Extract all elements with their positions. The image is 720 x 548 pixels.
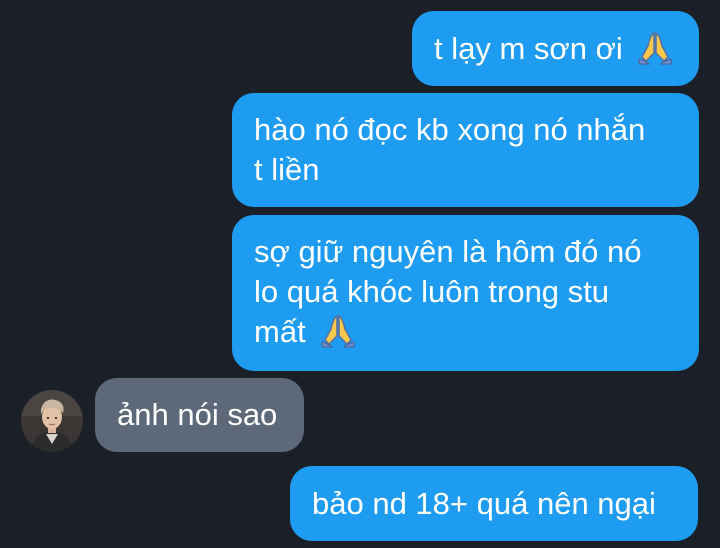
message-text: bảo nd 18+ quá nên ngại	[312, 486, 656, 521]
folded-hands-icon	[321, 314, 355, 348]
message-bubble-incoming[interactable]: ảnh nói sao	[95, 378, 304, 452]
message-text: ảnh nói sao	[117, 397, 278, 432]
message-bubble-outgoing[interactable]: hào nó đọc kb xong nó nhắn t liền	[232, 93, 699, 207]
folded-hands-icon	[638, 31, 672, 65]
avatar-photo	[21, 390, 83, 452]
message-text: t lạy m sơn ơi	[434, 31, 632, 66]
contact-avatar[interactable]	[21, 390, 83, 452]
message-bubble-outgoing[interactable]: bảo nd 18+ quá nên ngại	[290, 466, 698, 541]
message-bubble-outgoing[interactable]: t lạy m sơn ơi	[412, 11, 699, 86]
message-text: hào nó đọc kb xong nó nhắn t liền	[254, 112, 646, 187]
message-text: sợ giữ nguyên là hôm đó nó lo quá khóc l…	[254, 234, 642, 349]
message-bubble-outgoing[interactable]: sợ giữ nguyên là hôm đó nó lo quá khóc l…	[232, 215, 699, 371]
chat-thread: t lạy m sơn ơi hào nó đọc kb xong nó nhắ…	[0, 0, 720, 548]
